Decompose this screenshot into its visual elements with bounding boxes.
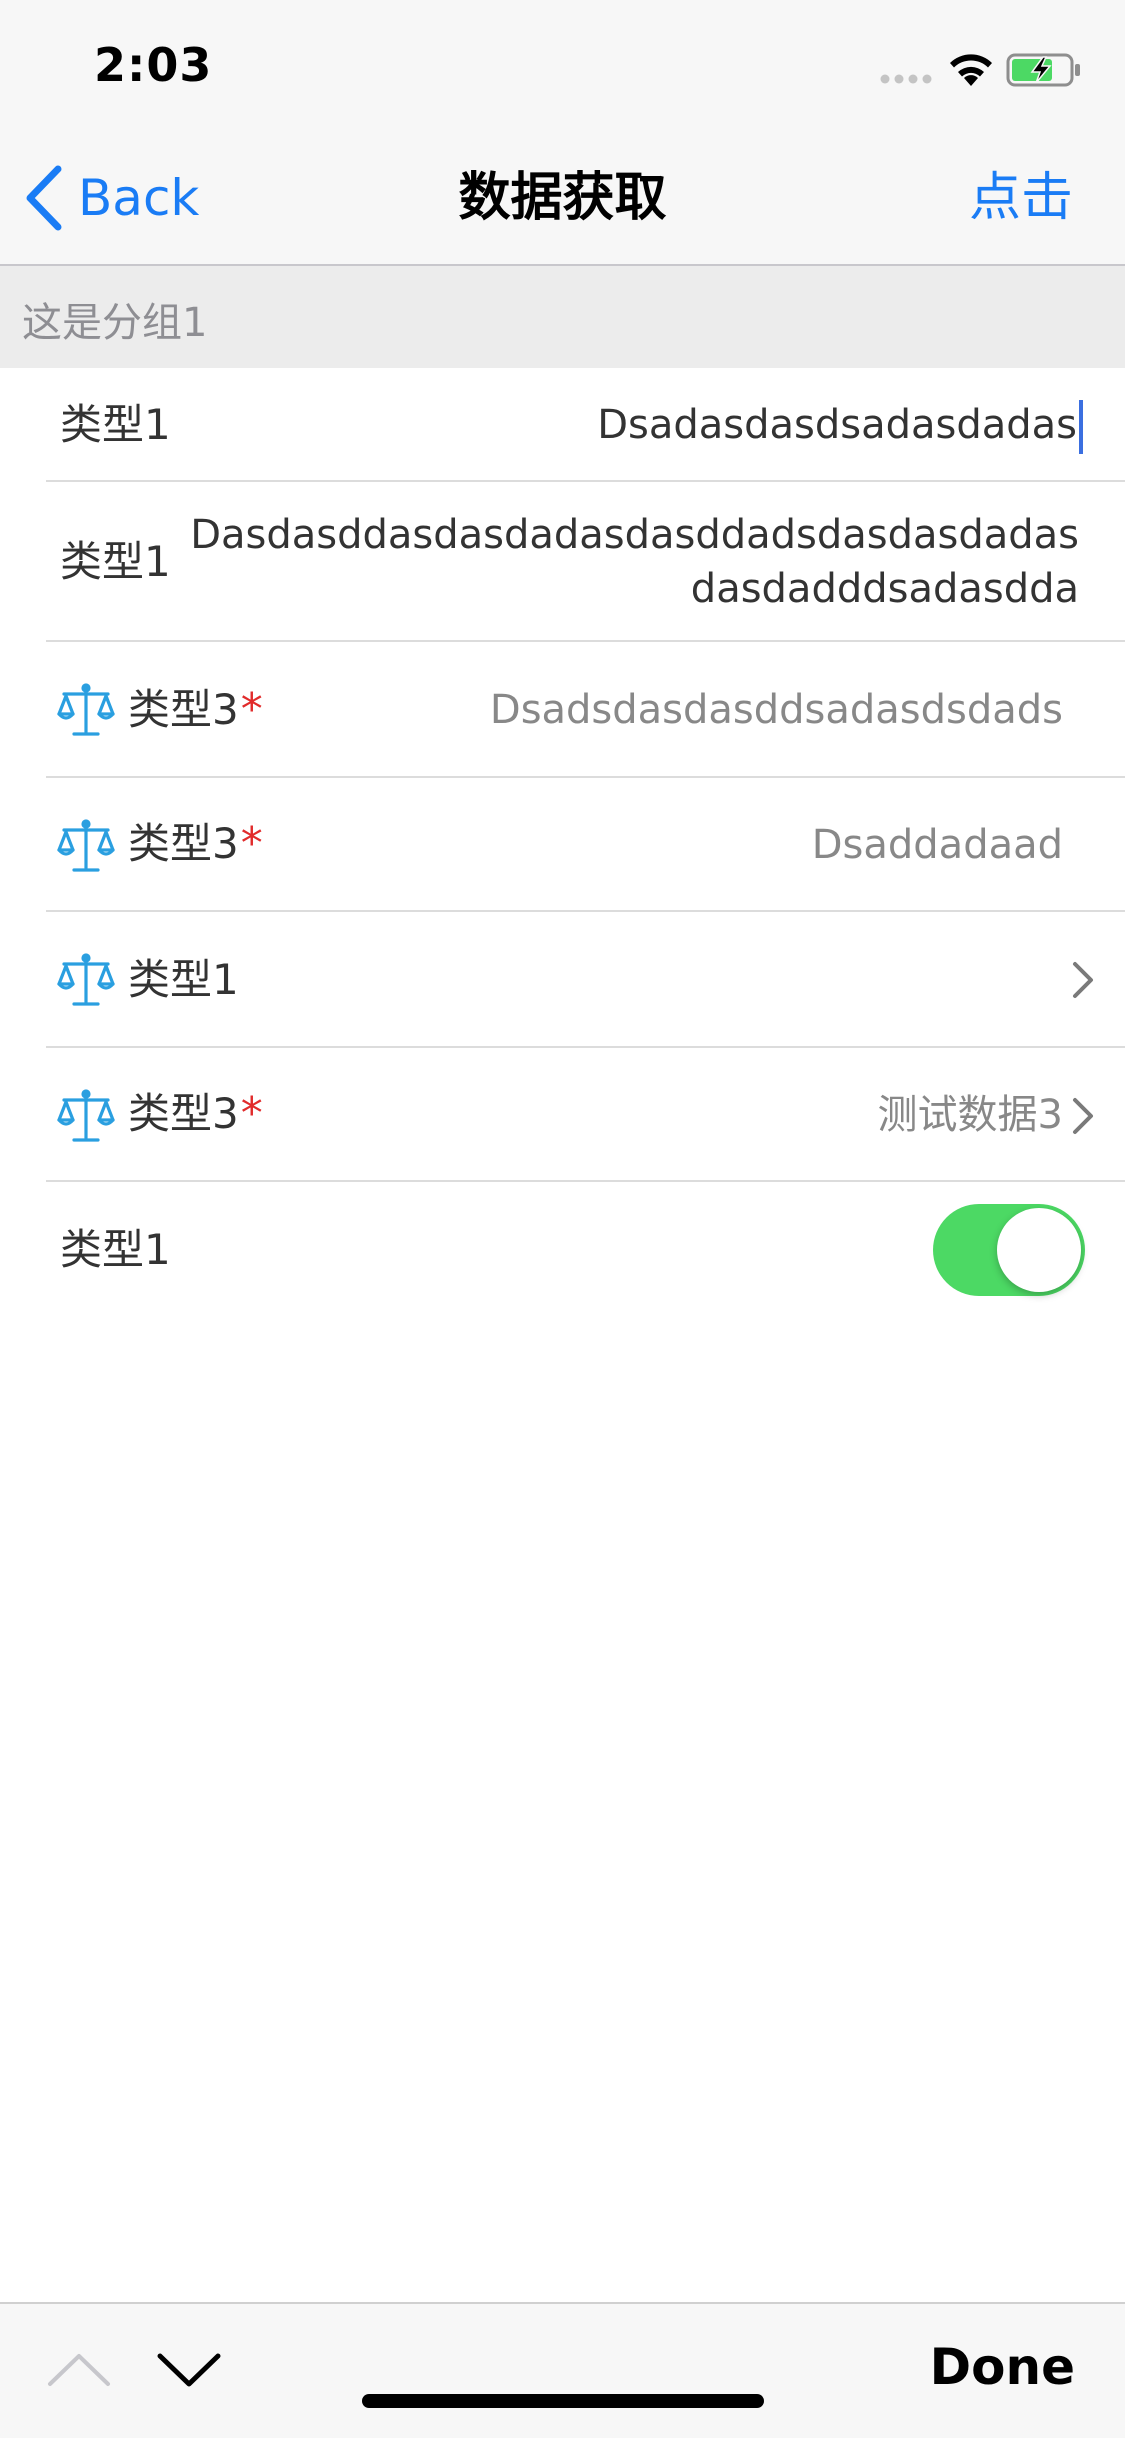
value-line: Dasdasddasdasdadasdasddadsdasdasdadas bbox=[190, 512, 1079, 558]
status-bar: 2:03 bbox=[0, 0, 1125, 132]
text-cursor bbox=[1079, 400, 1083, 454]
balance-scale-icon bbox=[57, 819, 115, 872]
battery-charging-icon bbox=[1006, 53, 1080, 87]
toggle-switch[interactable] bbox=[933, 1204, 1085, 1296]
text-field[interactable]: Dsadsdasdasddsadasdsdads bbox=[490, 683, 1063, 737]
balance-scale-icon bbox=[57, 1089, 115, 1142]
chevron-up-icon bbox=[48, 2354, 110, 2386]
chevron-right-icon bbox=[1073, 962, 1093, 998]
row-label: 类型1 bbox=[60, 1225, 171, 1274]
selected-value: 测试数据3 bbox=[877, 1092, 1063, 1138]
form-row[interactable]: 类型3* 测试数据3 bbox=[0, 1048, 1125, 1182]
form-row[interactable]: 类型3* Dsadsdasdasddsadasdsdads bbox=[0, 642, 1125, 778]
signal-dots-icon bbox=[880, 74, 932, 84]
keyboard-accessory-toolbar: Done bbox=[0, 2302, 1125, 2438]
text-field[interactable]: Dasdasddasdasdadasdasddadsdasdasdadas da… bbox=[190, 508, 1079, 616]
row-label: 类型3* bbox=[128, 684, 263, 735]
text-field[interactable]: Dsadasdasdsadasdadas bbox=[597, 398, 1083, 454]
status-time: 2:03 bbox=[94, 38, 213, 92]
row-label: 类型3* bbox=[128, 818, 263, 869]
click-action-button[interactable]: 点击 bbox=[969, 162, 1073, 234]
balance-scale-icon bbox=[57, 683, 115, 736]
row-label: 类型1 bbox=[60, 537, 171, 586]
balance-scale-icon bbox=[57, 953, 115, 1006]
section-header-label: 这是分组1 bbox=[22, 300, 208, 346]
required-marker: * bbox=[240, 818, 263, 869]
row-label: 类型1 bbox=[60, 400, 171, 449]
required-marker: * bbox=[240, 1088, 263, 1139]
navigation-bar: Back 数据获取 点击 bbox=[0, 132, 1125, 266]
done-button[interactable]: Done bbox=[930, 2338, 1075, 2396]
form-row[interactable]: 类型1 Dasdasddasdasdadasdasddadsdasdasdada… bbox=[0, 482, 1125, 642]
toggle-knob bbox=[997, 1208, 1081, 1292]
page-title: 数据获取 bbox=[458, 168, 667, 228]
home-indicator[interactable] bbox=[362, 2394, 764, 2408]
required-marker: * bbox=[240, 684, 263, 735]
form-row[interactable]: 类型3* Dsaddadaad bbox=[0, 778, 1125, 912]
value-line: dasdadddsadasdda bbox=[690, 566, 1079, 612]
form-row: 类型1 bbox=[0, 1182, 1125, 1318]
form-row[interactable]: 类型1 Dsadasdasdsadasdadas bbox=[0, 368, 1125, 482]
row-label: 类型3* bbox=[128, 1088, 263, 1139]
wifi-icon bbox=[950, 54, 992, 86]
text-field[interactable]: Dsaddadaad bbox=[812, 818, 1063, 872]
form-row[interactable]: 类型1 bbox=[0, 912, 1125, 1048]
chevron-right-icon bbox=[1073, 1098, 1093, 1134]
section-header: 这是分组1 bbox=[0, 266, 1125, 368]
chevron-down-icon[interactable] bbox=[156, 2350, 222, 2390]
row-label: 类型1 bbox=[128, 955, 239, 1004]
